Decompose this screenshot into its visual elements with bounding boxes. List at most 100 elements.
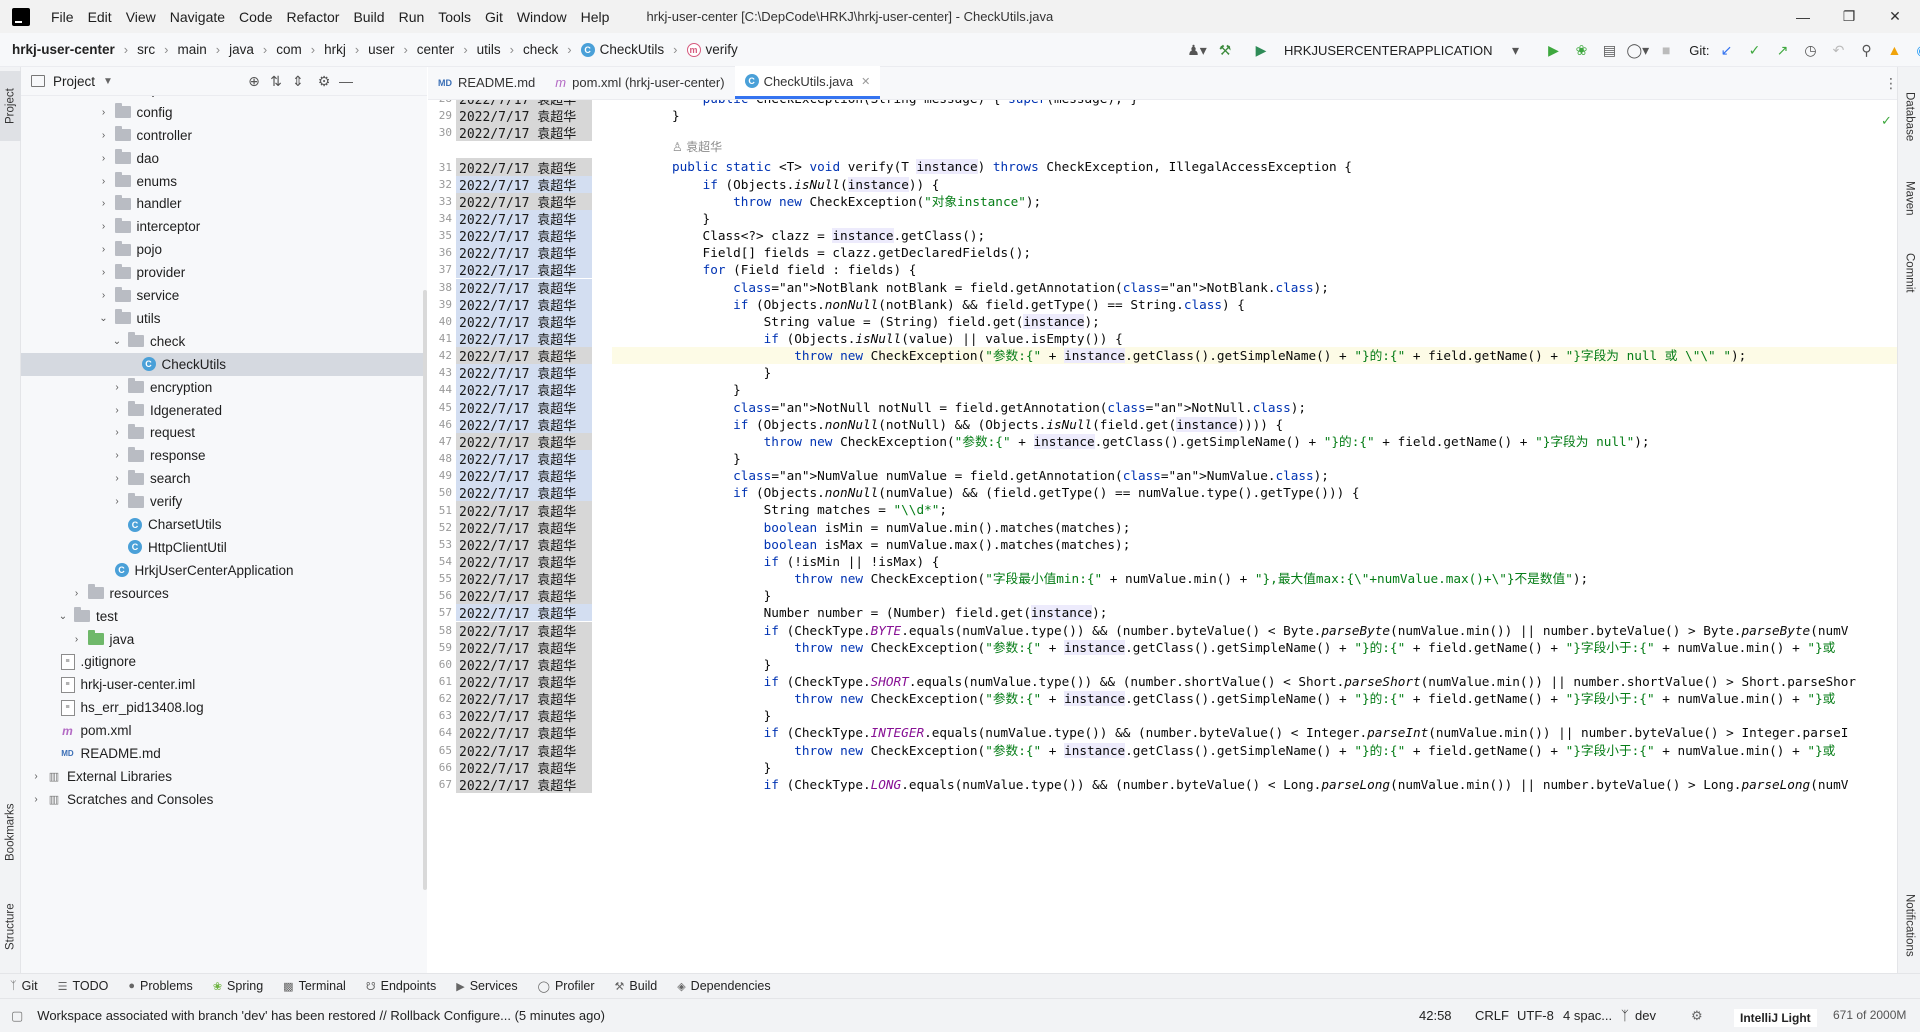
breadcrumb-method[interactable]: m verify bbox=[683, 42, 742, 57]
tree-item[interactable]: ⌄ utils bbox=[21, 307, 427, 330]
chevron-right-icon[interactable]: › bbox=[97, 267, 111, 278]
blame-annotation[interactable]: 2022/7/17 袁超华 bbox=[456, 741, 592, 760]
tool-terminal[interactable]: ▩ Terminal bbox=[273, 979, 356, 993]
code-line[interactable]: throw new CheckException("对象instance"); bbox=[612, 193, 1897, 210]
code-line[interactable]: if (Objects.nonNull(numValue) && (field.… bbox=[612, 484, 1897, 501]
line-number[interactable]: 49 bbox=[428, 469, 456, 482]
code-line[interactable]: for (Field field : fields) { bbox=[612, 261, 1897, 278]
line-number[interactable]: 34 bbox=[428, 212, 456, 225]
line-number[interactable]: 28 bbox=[428, 100, 456, 105]
code-line[interactable]: if (Objects.isNull(instance)) { bbox=[612, 176, 1897, 193]
line-number[interactable]: 39 bbox=[428, 298, 456, 311]
tree-item[interactable]: › config bbox=[21, 101, 427, 124]
code-line[interactable]: String value = (String) field.get(instan… bbox=[612, 313, 1897, 330]
blame-annotation[interactable]: 2022/7/17 袁超华 bbox=[456, 655, 592, 674]
tool-tab-database[interactable]: Database bbox=[1898, 75, 1920, 159]
code-line[interactable]: public CheckException(String message) { … bbox=[612, 100, 1897, 107]
blame-annotation[interactable]: 2022/7/17 袁超华 bbox=[456, 278, 592, 297]
code-line[interactable]: } bbox=[612, 759, 1897, 776]
tree-item[interactable]: ≡ hrkj-user-center.iml bbox=[21, 673, 427, 696]
line-number[interactable]: 32 bbox=[428, 178, 456, 191]
chevron-right-icon[interactable]: › bbox=[29, 794, 43, 805]
menu-build[interactable]: Build bbox=[346, 9, 391, 25]
project-panel-title[interactable]: Project bbox=[53, 74, 95, 89]
collapse-all-icon[interactable]: ⇕ bbox=[287, 69, 309, 93]
line-number[interactable]: 58 bbox=[428, 624, 456, 637]
tree-item[interactable]: › controller bbox=[21, 124, 427, 147]
blame-annotation[interactable]: 2022/7/17 袁超华 bbox=[456, 192, 592, 211]
line-number[interactable]: 38 bbox=[428, 281, 456, 294]
git-commit-icon[interactable]: ✓ bbox=[1743, 38, 1765, 62]
user-icon[interactable]: ♟▾ bbox=[1186, 38, 1208, 62]
chevron-right-icon[interactable]: › bbox=[110, 405, 124, 416]
line-number[interactable]: 63 bbox=[428, 709, 456, 722]
blame-annotation[interactable]: 2022/7/17 袁超华 bbox=[456, 672, 592, 691]
blame-annotation[interactable]: 2022/7/17 袁超华 bbox=[456, 467, 592, 485]
tree-item[interactable]: › java bbox=[21, 628, 427, 651]
line-number[interactable]: 61 bbox=[428, 675, 456, 688]
line-number[interactable]: 44 bbox=[428, 383, 456, 396]
line-number[interactable]: 47 bbox=[428, 435, 456, 448]
blame-annotation[interactable]: 2022/7/17 袁超华 bbox=[456, 552, 592, 571]
code-line[interactable]: } bbox=[612, 107, 1897, 124]
blame-annotation[interactable]: 2022/7/17 袁超华 bbox=[456, 535, 592, 554]
code-line[interactable]: } bbox=[612, 450, 1897, 467]
menu-edit[interactable]: Edit bbox=[81, 9, 119, 25]
hide-panel-icon[interactable]: — bbox=[335, 69, 357, 93]
chevron-right-icon[interactable]: › bbox=[97, 130, 111, 141]
status-message[interactable]: Workspace associated with branch 'dev' h… bbox=[30, 1008, 612, 1023]
blame-annotation[interactable]: 2022/7/17 袁超华 bbox=[456, 295, 592, 314]
code-line[interactable]: public static <T> void verify(T instance… bbox=[612, 158, 1897, 175]
debug-icon[interactable]: ❀ bbox=[1571, 38, 1593, 62]
code-line[interactable]: throw new CheckException("参数:{" + instan… bbox=[612, 433, 1897, 450]
git-update-icon[interactable]: ↙ bbox=[1715, 38, 1737, 62]
tree-item[interactable]: › enums bbox=[21, 170, 427, 193]
chevron-right-icon[interactable]: › bbox=[29, 771, 43, 782]
breadcrumb-class[interactable]: C CheckUtils bbox=[577, 42, 669, 57]
tree-item[interactable]: › ▥ Scratches and Consoles bbox=[21, 788, 427, 811]
code-line[interactable]: } bbox=[612, 656, 1897, 673]
line-number[interactable]: 37 bbox=[428, 263, 456, 276]
tree-item[interactable]: ≡ hs_err_pid13408.log bbox=[21, 696, 427, 719]
tool-tab-maven[interactable]: Maven bbox=[1898, 165, 1920, 231]
line-number[interactable]: 42 bbox=[428, 349, 456, 362]
line-number[interactable]: 66 bbox=[428, 761, 456, 774]
code-line[interactable]: boolean isMin = numValue.min().matches(m… bbox=[612, 519, 1897, 536]
code-line[interactable]: Number number = (Number) field.get(insta… bbox=[612, 604, 1897, 621]
line-number[interactable]: 48 bbox=[428, 452, 456, 465]
tree-item[interactable]: C CharsetUtils bbox=[21, 513, 427, 536]
code-line[interactable]: Class<?> clazz = instance.getClass(); bbox=[612, 227, 1897, 244]
chevron-right-icon[interactable]: › bbox=[97, 176, 111, 187]
blame-annotation[interactable]: 2022/7/17 袁超华 bbox=[456, 329, 592, 348]
code-line[interactable]: throw new CheckException("参数:{" + instan… bbox=[612, 347, 1897, 365]
rollback-icon[interactable]: ↶ bbox=[1827, 38, 1849, 62]
menu-refactor[interactable]: Refactor bbox=[280, 9, 347, 25]
chevron-down-icon[interactable]: ⌄ bbox=[110, 336, 124, 347]
code-line[interactable]: } bbox=[612, 707, 1897, 724]
line-number[interactable]: 40 bbox=[428, 315, 456, 328]
blame-annotation[interactable]: 2022/7/17 袁超华 bbox=[456, 690, 592, 708]
coverage-icon[interactable]: ▤ bbox=[1599, 38, 1621, 62]
code-line[interactable]: if (CheckType.LONG.equals(numValue.type(… bbox=[612, 776, 1897, 793]
code-line[interactable]: if (CheckType.INTEGER.equals(numValue.ty… bbox=[612, 724, 1897, 741]
line-number[interactable]: 41 bbox=[428, 332, 456, 345]
tool-problems[interactable]: ● Problems bbox=[118, 979, 202, 993]
locate-icon[interactable]: ⊕ bbox=[243, 69, 265, 93]
tool-dependencies[interactable]: ◈ Dependencies bbox=[667, 979, 780, 993]
tool-git[interactable]: ᛉ Git bbox=[0, 979, 48, 993]
code-line[interactable]: class="an">NotBlank notBlank = field.get… bbox=[612, 279, 1897, 296]
tree-scrollbar[interactable] bbox=[423, 290, 427, 890]
tree-item[interactable]: › dao bbox=[21, 147, 427, 170]
tree-item[interactable]: › request bbox=[21, 422, 427, 445]
blame-annotation[interactable]: 2022/7/17 袁超华 bbox=[456, 347, 592, 365]
lock-icon[interactable]: ⚙ bbox=[1684, 1008, 1710, 1024]
tree-item[interactable]: ⌄ test bbox=[21, 605, 427, 628]
code-line[interactable]: } bbox=[612, 381, 1897, 398]
close-tab-icon[interactable]: ✕ bbox=[861, 75, 870, 88]
code-line[interactable]: throw new CheckException("参数:{" + instan… bbox=[612, 690, 1897, 707]
line-number[interactable]: 65 bbox=[428, 744, 456, 757]
line-number[interactable]: 60 bbox=[428, 658, 456, 671]
chevron-right-icon[interactable]: › bbox=[97, 198, 111, 209]
breadcrumb-hrkj[interactable]: hrkj bbox=[320, 42, 350, 57]
code-line[interactable]: class="an">NumValue numValue = field.get… bbox=[612, 467, 1897, 484]
